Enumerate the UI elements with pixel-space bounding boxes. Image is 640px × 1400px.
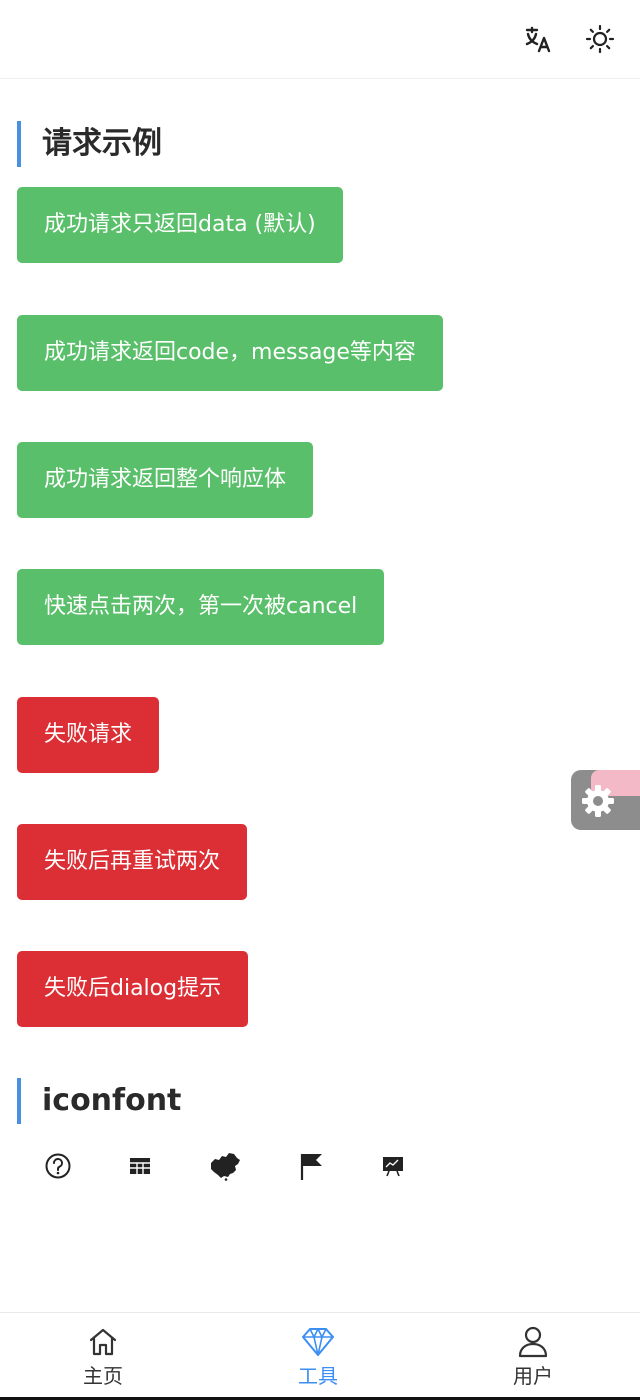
- diamond-icon: [301, 1325, 335, 1359]
- tab-tools-label: 工具: [298, 1364, 338, 1388]
- tab-tools[interactable]: 工具: [248, 1313, 388, 1399]
- table-icon: [122, 1148, 158, 1184]
- user-icon: [516, 1325, 550, 1359]
- tab-user-label: 用户: [513, 1364, 553, 1388]
- question-circle-icon: [40, 1148, 76, 1184]
- presentation-chart-icon: [375, 1148, 411, 1184]
- tab-user[interactable]: 用户: [463, 1313, 603, 1399]
- fail-dialog-button[interactable]: 失败后dialog提示: [17, 951, 249, 1027]
- translate-icon[interactable]: [521, 22, 555, 56]
- settings-icon: [582, 785, 614, 817]
- success-full-response-button[interactable]: 成功请求返回整个响应体: [17, 442, 314, 518]
- fail-request-button[interactable]: 失败请求: [17, 697, 160, 773]
- section-title-iconfont: iconfont: [17, 1078, 181, 1124]
- floating-settings-button[interactable]: [571, 770, 640, 830]
- tab-home-label: 主页: [83, 1364, 123, 1388]
- sun-icon[interactable]: [583, 22, 617, 56]
- tab-home[interactable]: 主页: [33, 1313, 173, 1399]
- top-bar: [0, 0, 640, 79]
- success-code-button[interactable]: 成功请求返回code，message等内容: [17, 315, 443, 391]
- china-map-icon: [207, 1148, 243, 1184]
- double-click-cancel-button[interactable]: 快速点击两次，第一次被cancel: [17, 569, 385, 645]
- iconfont-icon-row: [0, 1148, 640, 1184]
- flag-icon: [293, 1148, 329, 1184]
- success-data-button[interactable]: 成功请求只返回data (默认): [17, 187, 343, 263]
- fail-retry-button[interactable]: 失败后再重试两次: [17, 824, 248, 900]
- home-icon: [86, 1325, 120, 1359]
- bottom-tab-bar: 主页 工具 用户: [0, 1312, 640, 1400]
- section-title-request: 请求示例: [17, 121, 162, 167]
